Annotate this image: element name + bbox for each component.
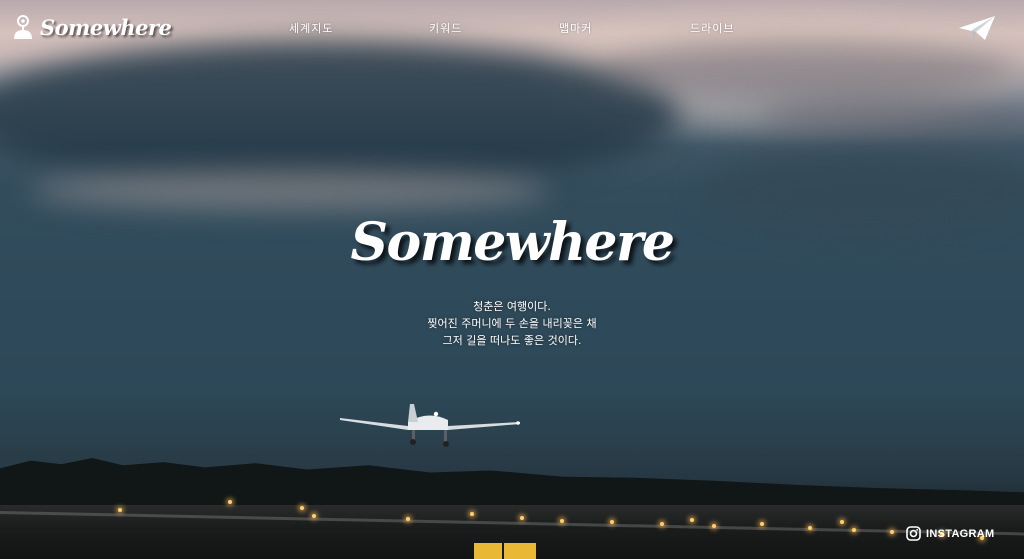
runway-light [660, 522, 664, 526]
runway-light [470, 512, 474, 516]
header: Somewhere 세계지도 키워드 맵마커 드라이브 [0, 0, 1024, 60]
runway-light [690, 518, 694, 522]
runway-light [610, 520, 614, 524]
runway-light [712, 524, 716, 528]
nav-item-world-map[interactable]: 세계지도 [289, 20, 333, 36]
runway-light [118, 508, 122, 512]
runway-light [520, 516, 524, 520]
runway-light [300, 506, 304, 510]
nav-item-drive[interactable]: 드라이브 [690, 20, 734, 36]
tagline-line: 청춘은 여행이다. [473, 300, 551, 313]
instagram-label: INSTAGRAM [926, 527, 995, 540]
runway-sign [504, 543, 536, 559]
hero-title: Somewhere [350, 212, 675, 273]
cloud [0, 40, 680, 190]
instagram-icon [906, 526, 921, 541]
cloud [30, 170, 550, 210]
runway-light [560, 519, 564, 523]
hero-tagline: 청춘은 여행이다. 찢어진 주머니에 두 손을 내리꽂은 채 그저 길을 떠나도… [0, 298, 1024, 349]
main-nav: 세계지도 키워드 맵마커 드라이브 [0, 20, 1024, 40]
hero-background [0, 0, 1024, 559]
runway-light [890, 530, 894, 534]
paper-plane-icon[interactable] [958, 14, 996, 42]
treeline [0, 458, 1024, 510]
runway-light [852, 528, 856, 532]
runway-light [228, 500, 232, 504]
tagline-line: 찢어진 주머니에 두 손을 내리꽂은 채 [427, 317, 597, 330]
runway-light [406, 517, 410, 521]
cloud [760, 95, 1024, 140]
runway-light [840, 520, 844, 524]
nav-item-map-marker[interactable]: 맵마커 [559, 20, 592, 36]
airplane-image [340, 404, 520, 447]
nav-item-keyword[interactable]: 키워드 [429, 20, 462, 36]
runway-light [808, 526, 812, 530]
instagram-link[interactable]: INSTAGRAM [906, 526, 995, 541]
runway-light [760, 522, 764, 526]
tagline-line: 그저 길을 떠나도 좋은 것이다. [442, 334, 582, 347]
runway-light [312, 514, 316, 518]
runway-sign [474, 543, 502, 559]
